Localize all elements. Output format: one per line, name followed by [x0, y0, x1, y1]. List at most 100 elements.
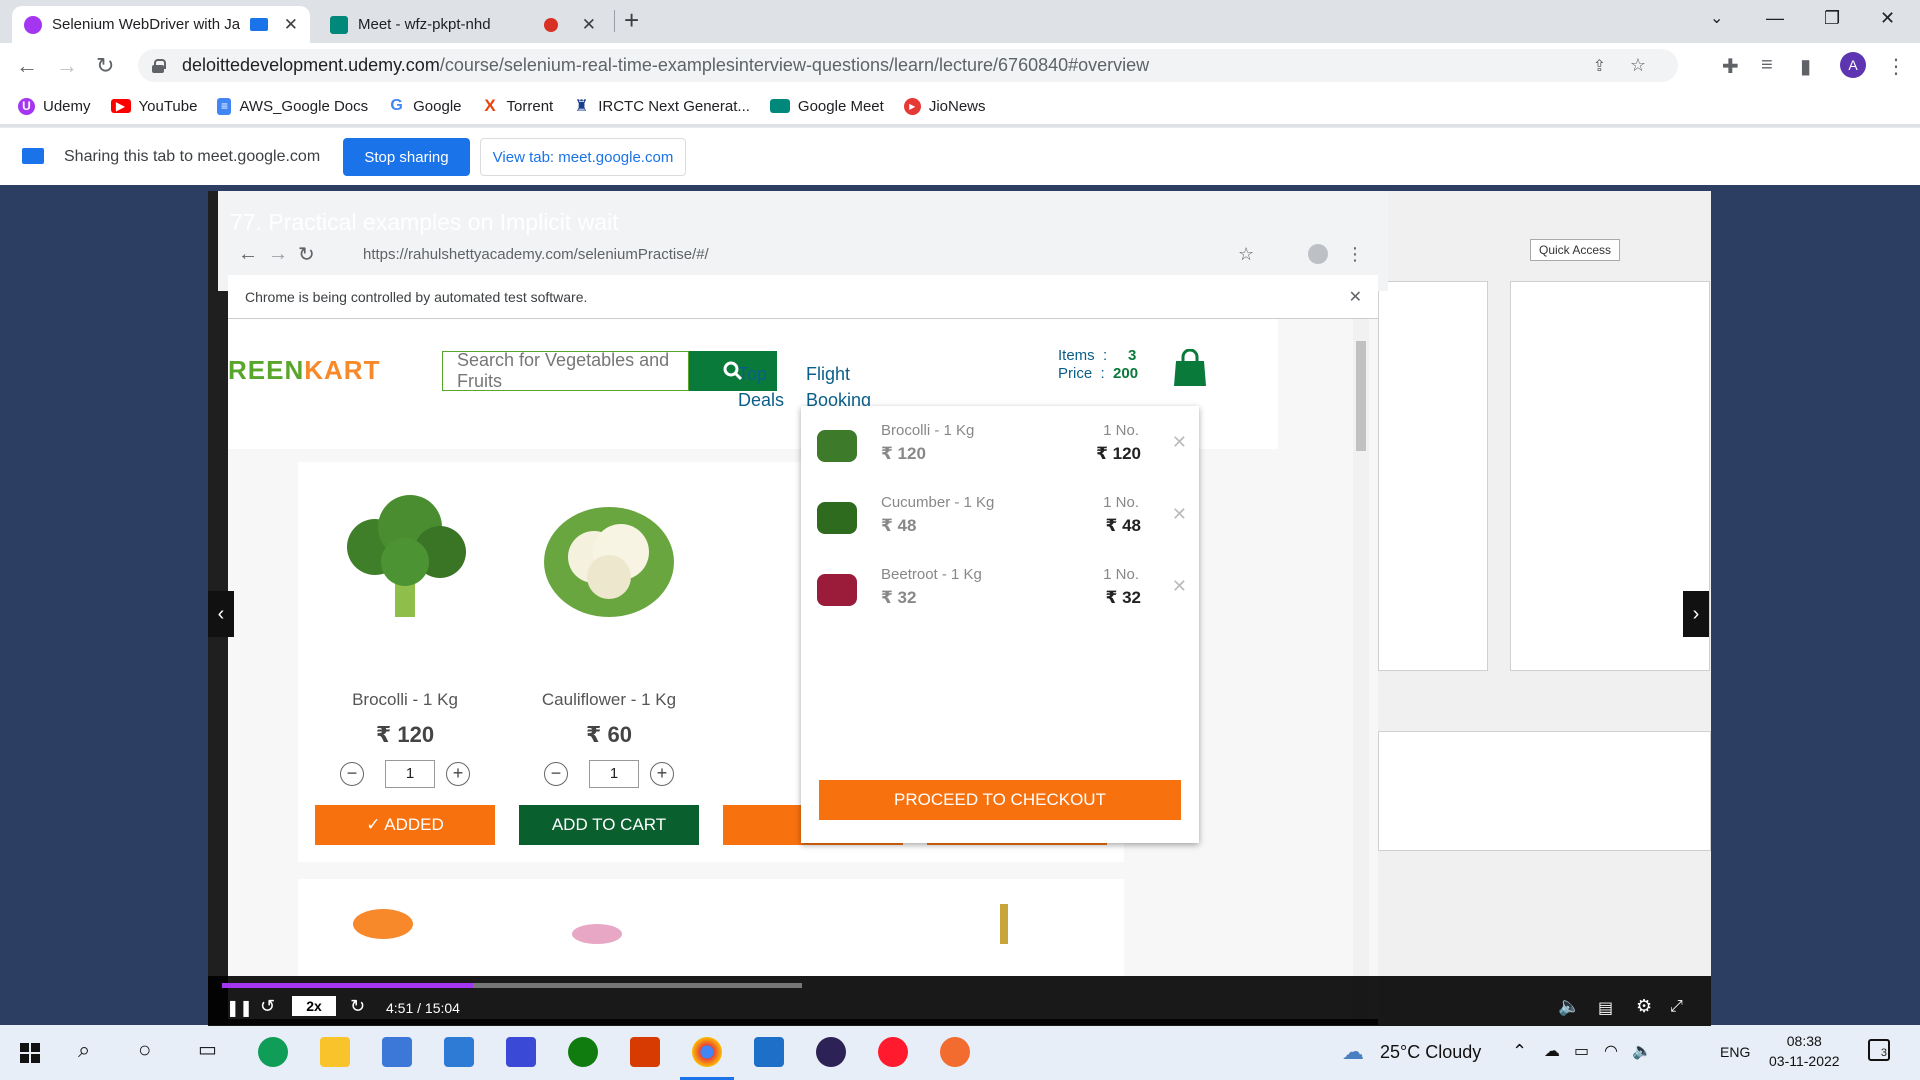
- forward-icon[interactable]: ↻: [350, 996, 365, 1017]
- bookmark-label: YouTube: [138, 97, 198, 115]
- video-progress-bar[interactable]: [222, 983, 802, 988]
- fullscreen-icon[interactable]: ⤢: [1670, 998, 1683, 1016]
- tab-udemy[interactable]: Selenium WebDriver with Ja ✕: [12, 6, 310, 43]
- playback-speed-button[interactable]: 2x: [292, 996, 336, 1016]
- weather-text[interactable]: 25°C Cloudy: [1380, 1042, 1481, 1063]
- minimize-button[interactable]: —: [1766, 8, 1784, 29]
- irctc-icon: ♜: [574, 98, 589, 115]
- cart-item: Brocolli - 1 Kg ₹ 120 1 No. ₹ 120 ✕: [801, 414, 1199, 474]
- star-icon[interactable]: ☆: [1630, 55, 1646, 76]
- next-lecture-button[interactable]: ›: [1683, 591, 1709, 637]
- file-explorer-icon[interactable]: [320, 1037, 350, 1067]
- tab-divider: [614, 10, 615, 32]
- quantity-field: 1: [385, 760, 435, 788]
- restore-button[interactable]: ❐: [1824, 8, 1840, 29]
- cortana-icon[interactable]: ○: [138, 1037, 151, 1063]
- volume-icon[interactable]: 🔈: [1558, 996, 1580, 1017]
- rewind-icon[interactable]: ↺: [260, 996, 275, 1017]
- settings-icon[interactable]: ⚙: [1636, 996, 1652, 1017]
- forward-icon[interactable]: →: [56, 53, 78, 79]
- cart-item-qty: 1 No.: [1103, 422, 1139, 439]
- app-icon[interactable]: [506, 1037, 536, 1067]
- url-path: /course/selenium-real-time-examplesinter…: [439, 55, 1150, 75]
- opera-icon[interactable]: [878, 1037, 908, 1067]
- cart-item: Cucumber - 1 Kg ₹ 48 1 No. ₹ 48 ✕: [801, 486, 1199, 546]
- clock[interactable]: 08:38 03-11-2022: [1769, 1031, 1840, 1071]
- google-docs-icon: ≡: [217, 97, 232, 115]
- cart-item-total: ₹ 32: [1105, 588, 1141, 607]
- task-view-icon[interactable]: ▭: [198, 1037, 217, 1062]
- windows-start-icon[interactable]: [20, 1043, 40, 1063]
- store-icon[interactable]: [382, 1037, 412, 1067]
- new-tab-button[interactable]: +: [624, 5, 639, 36]
- bookmark-google-meet[interactable]: Google Meet: [769, 98, 884, 115]
- view-tab-button[interactable]: View tab: meet.google.com: [480, 138, 686, 176]
- quantity-field: 1: [589, 760, 639, 788]
- mail-icon[interactable]: [444, 1037, 474, 1067]
- automation-infobar: Chrome is being controlled by automated …: [228, 275, 1378, 319]
- close-tab-icon[interactable]: ✕: [582, 15, 596, 35]
- browser-toolbar: ← → ↻ deloittedevelopment.udemy.com/cour…: [0, 43, 1920, 88]
- product-card: Cauliflower - 1 Kg ₹ 60 − 1 + ADD TO CAR…: [502, 462, 716, 862]
- windows-taskbar: ⌕ ○ ▭ ☁ 25°C Cloudy ⌃ ☁ ▭ ◠ 🔈 ENG 08:38 …: [0, 1025, 1920, 1080]
- jionews-icon: ▸: [903, 97, 921, 115]
- stop-sharing-button[interactable]: Stop sharing: [343, 138, 470, 176]
- bookmark-google[interactable]: G Google: [388, 97, 462, 115]
- forward-icon: →: [268, 242, 288, 265]
- bookmark-youtube[interactable]: ▶ YouTube: [110, 97, 198, 115]
- battery-icon[interactable]: ▭: [1574, 1041, 1589, 1061]
- bookmark-udemy[interactable]: U Udemy: [18, 97, 91, 115]
- lock-icon: [152, 58, 166, 73]
- onedrive-icon[interactable]: ☁: [1544, 1041, 1560, 1061]
- tab-meet[interactable]: Meet - wfz-pkpt-nhd ✕: [318, 6, 608, 43]
- tab-strip: Selenium WebDriver with Ja ✕ Meet - wfz-…: [0, 0, 1920, 43]
- search-input: Search for Vegetables and Fruits: [442, 350, 689, 391]
- avatar[interactable]: A: [1840, 52, 1866, 78]
- star-icon: ☆: [1238, 243, 1255, 264]
- wifi-icon[interactable]: ◠: [1604, 1041, 1618, 1061]
- chrome-icon[interactable]: [692, 1037, 722, 1067]
- clock-date: 03-11-2022: [1769, 1053, 1840, 1069]
- remove-icon: ✕: [1171, 504, 1187, 524]
- inner-url: https://rahulshettyacademy.com/seleniumP…: [363, 245, 709, 263]
- bookmark-label: Google: [413, 97, 462, 115]
- bookmark-irctc[interactable]: ♜ IRCTC Next Generat...: [573, 98, 750, 116]
- pause-icon[interactable]: ❚❚: [226, 998, 253, 1018]
- tab-search-icon[interactable]: ⌄: [1710, 8, 1723, 28]
- media-control-icon[interactable]: ≡: [1761, 54, 1773, 77]
- inner-browser-toolbar: ← → ↻ https://rahulshettyacademy.com/sel…: [228, 234, 1378, 274]
- app-icon[interactable]: [940, 1037, 970, 1067]
- cauliflower-image: [544, 507, 674, 617]
- lecture-video[interactable]: Quick Access 77. Practical examples on I…: [208, 191, 1711, 1026]
- back-icon[interactable]: ←: [16, 53, 38, 79]
- edge-icon[interactable]: [258, 1037, 288, 1067]
- address-bar[interactable]: deloittedevelopment.udemy.com/course/sel…: [138, 49, 1678, 82]
- xbox-icon[interactable]: [568, 1037, 598, 1067]
- language-indicator[interactable]: ENG: [1720, 1044, 1750, 1060]
- reload-icon[interactable]: ↻: [96, 53, 114, 79]
- share-icon[interactable]: ⇪: [1593, 56, 1606, 76]
- google-icon: G: [390, 97, 403, 114]
- remote-desktop-icon[interactable]: [754, 1037, 784, 1067]
- notification-icon[interactable]: 3: [1868, 1039, 1890, 1061]
- menu-icon[interactable]: ⋮: [1886, 54, 1906, 79]
- previous-lecture-button[interactable]: ‹: [208, 591, 234, 637]
- eclipse-icon[interactable]: [816, 1037, 846, 1067]
- decrement-button: −: [340, 762, 364, 786]
- bookmark-torrent[interactable]: X Torrent: [482, 96, 553, 115]
- search-icon[interactable]: ⌕: [78, 1037, 90, 1063]
- cart-item-price: ₹ 120: [881, 444, 926, 463]
- extensions-icon[interactable]: ✚: [1722, 54, 1739, 79]
- bookmark-aws-docs[interactable]: ≡ AWS_Google Docs: [217, 97, 368, 115]
- chevron-up-icon[interactable]: ⌃: [1512, 1041, 1527, 1062]
- tab-sharing-bar: Sharing this tab to meet.google.com Stop…: [0, 127, 1920, 185]
- eclipse-ide-background: Quick Access: [1378, 191, 1711, 1026]
- close-window-button[interactable]: ✕: [1880, 8, 1895, 29]
- side-panel-icon[interactable]: ▮: [1800, 54, 1811, 79]
- volume-icon[interactable]: 🔈: [1632, 1041, 1652, 1061]
- close-tab-icon[interactable]: ✕: [284, 15, 298, 35]
- bookmark-jionews[interactable]: ▸ JioNews: [903, 97, 986, 115]
- office-icon[interactable]: [630, 1037, 660, 1067]
- price-total: 200: [1113, 365, 1139, 382]
- captions-icon[interactable]: ▤: [1598, 998, 1613, 1018]
